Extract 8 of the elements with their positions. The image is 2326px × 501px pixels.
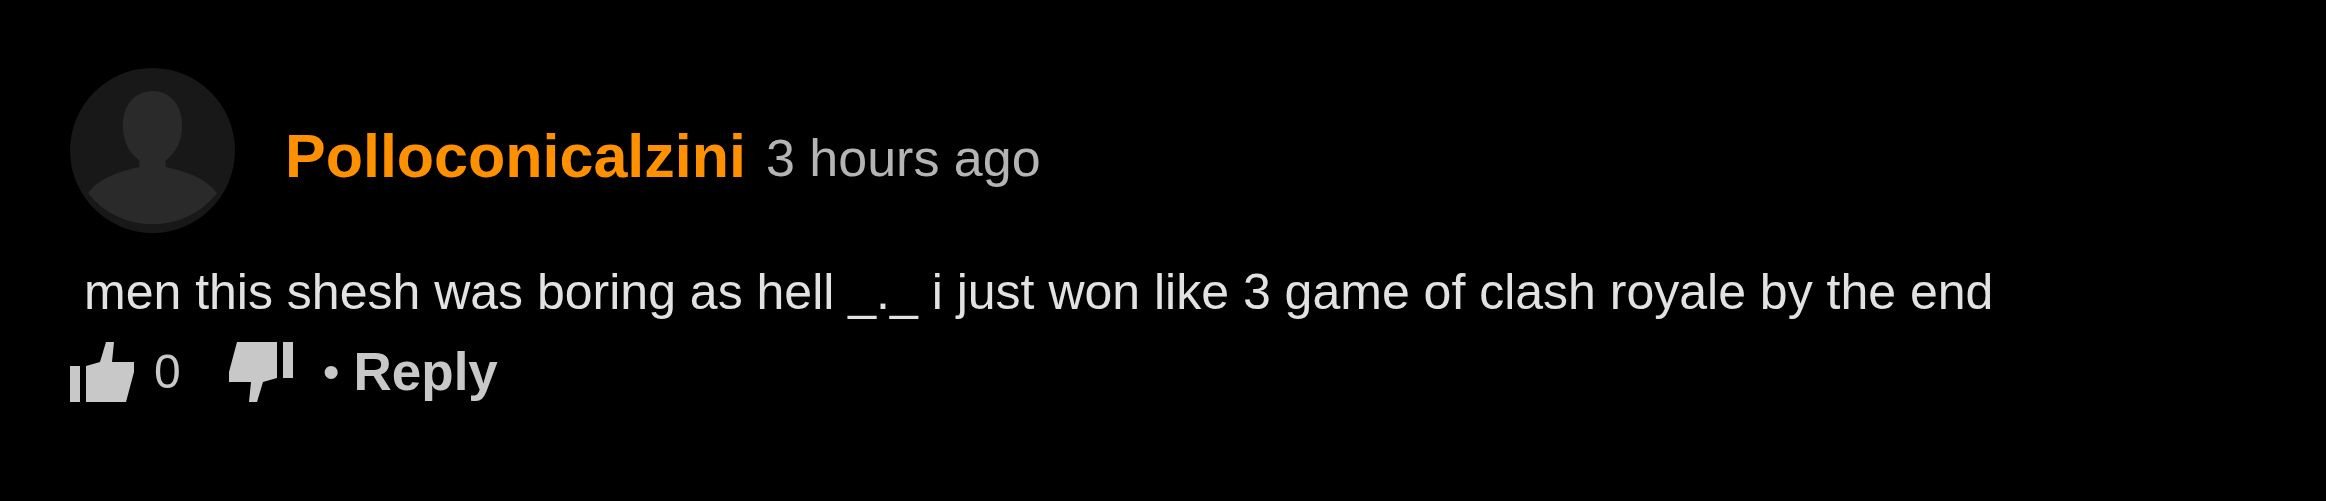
reply-link[interactable]: Reply	[353, 341, 498, 402]
timestamp: 3 hours ago	[765, 127, 1041, 188]
comment-text: men this shesh was boring as hell _._ i just won like 3 game of clash royale by the end	[84, 263, 1994, 321]
like-count: 0	[154, 344, 181, 399]
thumbs-up-icon[interactable]	[70, 341, 136, 402]
username[interactable]: Polloconicalzini	[285, 120, 746, 191]
avatar-icon	[70, 68, 235, 233]
separator-dot: •	[322, 344, 340, 399]
